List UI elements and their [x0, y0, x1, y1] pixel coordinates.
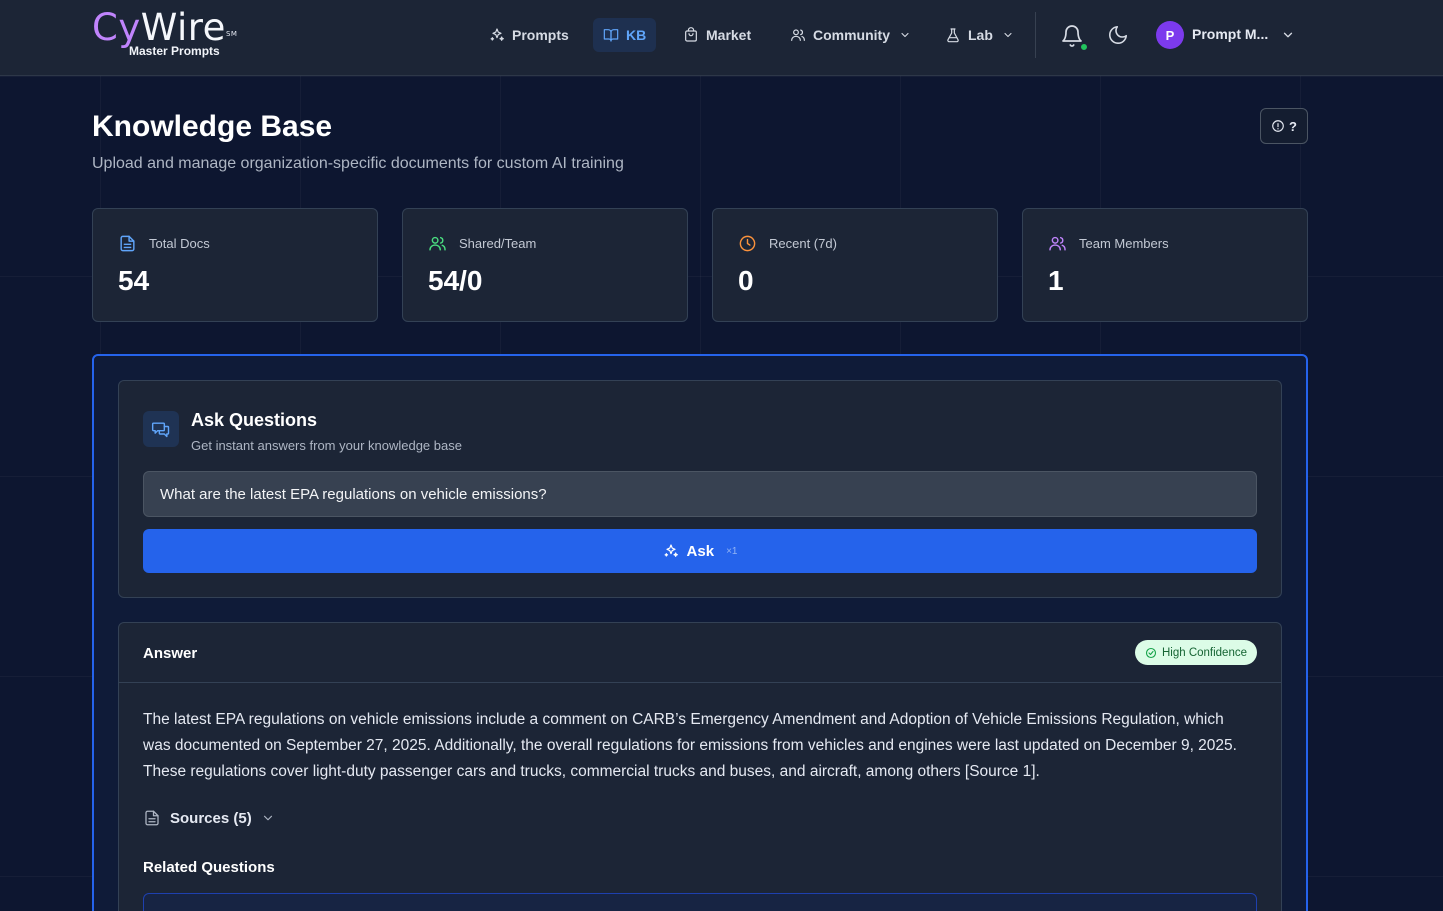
logo[interactable]: CyWireSM Master Prompts [92, 8, 242, 64]
nav-kb-label: KB [626, 27, 647, 43]
ask-button-label: Ask [686, 542, 715, 560]
nav-community[interactable]: Community [780, 18, 921, 52]
chevron-down-icon[interactable] [1281, 28, 1295, 42]
nav-lab-label: Lab [968, 27, 993, 43]
confidence-badge: High Confidence [1134, 640, 1257, 665]
answer-text: The latest EPA regulations on vehicle em… [143, 711, 1237, 780]
ask-button-hint: ×1 [726, 545, 738, 557]
ask-title: Ask Questions [191, 410, 318, 430]
book-open-icon [603, 29, 619, 42]
stat-card-team-members: Team Members 1 [1022, 208, 1308, 322]
notification-dot [1080, 43, 1088, 51]
help-button[interactable]: ? [1260, 108, 1308, 144]
stat-value: 54/0 [428, 265, 483, 296]
users-icon [1049, 236, 1066, 251]
top-navbar: CyWireSM Master Prompts Prompts KB Marke… [0, 0, 1443, 76]
sources-toggle[interactable]: Sources (5) [143, 809, 275, 827]
page-subtitle: Upload and manage organization-specific … [92, 155, 624, 172]
document-icon [120, 235, 135, 252]
related-question-item[interactable] [143, 893, 1257, 911]
sources-label: Sources (5) [170, 809, 252, 827]
moon-icon[interactable] [1107, 24, 1129, 46]
logo-wordmark: CyWireSM [92, 6, 238, 49]
stat-label: Team Members [1079, 236, 1169, 251]
confidence-label: High Confidence [1161, 646, 1247, 659]
nav-lab[interactable]: Lab [935, 18, 1024, 52]
check-circle-icon [1145, 647, 1157, 658]
logo-subtitle: Master Prompts [129, 44, 220, 58]
stat-label: Total Docs [149, 236, 210, 251]
users-icon [429, 236, 446, 251]
info-icon [1272, 120, 1284, 132]
sparkles-icon [490, 28, 504, 41]
answer-card: Answer High Confidence The latest EPA re… [118, 622, 1282, 911]
stat-value: 54 [118, 265, 150, 296]
user-name[interactable]: Prompt M... [1192, 26, 1268, 42]
chevron-down-icon [263, 815, 272, 821]
question-input[interactable] [143, 471, 1257, 517]
stat-value: 0 [738, 265, 754, 296]
stat-card-shared-team: Shared/Team 54/0 [402, 208, 688, 322]
avatar[interactable]: P [1156, 21, 1184, 49]
chevron-down-icon [901, 32, 909, 38]
nav-market[interactable]: Market [673, 18, 761, 52]
answer-title: Answer [143, 645, 198, 662]
users-icon [791, 29, 805, 41]
document-icon [145, 810, 159, 826]
stat-value: 1 [1048, 265, 1064, 296]
shopping-bag-icon [685, 27, 697, 42]
nav-kb[interactable]: KB [593, 18, 657, 52]
ask-button[interactable]: Ask ×1 [143, 529, 1257, 573]
stat-label: Recent (7d) [769, 236, 837, 251]
nav-community-label: Community [813, 27, 890, 43]
stat-card-recent: Recent (7d) 0 [712, 208, 998, 322]
chevron-down-icon [1004, 32, 1012, 38]
ask-subtitle: Get instant answers from your knowledge … [191, 438, 462, 453]
ask-questions-card: Ask Questions Get instant answers from y… [118, 380, 1282, 598]
nav-market-label: Market [706, 27, 752, 43]
flask-icon [947, 28, 959, 43]
nav-divider [1035, 12, 1036, 58]
related-questions-title: Related Questions [143, 859, 275, 876]
sparkles-icon [664, 544, 678, 557]
nav-prompts[interactable]: Prompts [479, 18, 579, 52]
page-title: Knowledge Base [92, 110, 333, 143]
chat-bubbles-icon [151, 422, 170, 438]
help-label: ? [1289, 118, 1297, 134]
stat-card-total-docs: Total Docs 54 [92, 208, 378, 322]
nav-prompts-label: Prompts [512, 27, 569, 43]
answer-header: Answer High Confidence [119, 623, 1281, 683]
clock-icon [739, 235, 756, 252]
chat-icon-box [143, 411, 179, 447]
stat-label: Shared/Team [459, 236, 537, 251]
